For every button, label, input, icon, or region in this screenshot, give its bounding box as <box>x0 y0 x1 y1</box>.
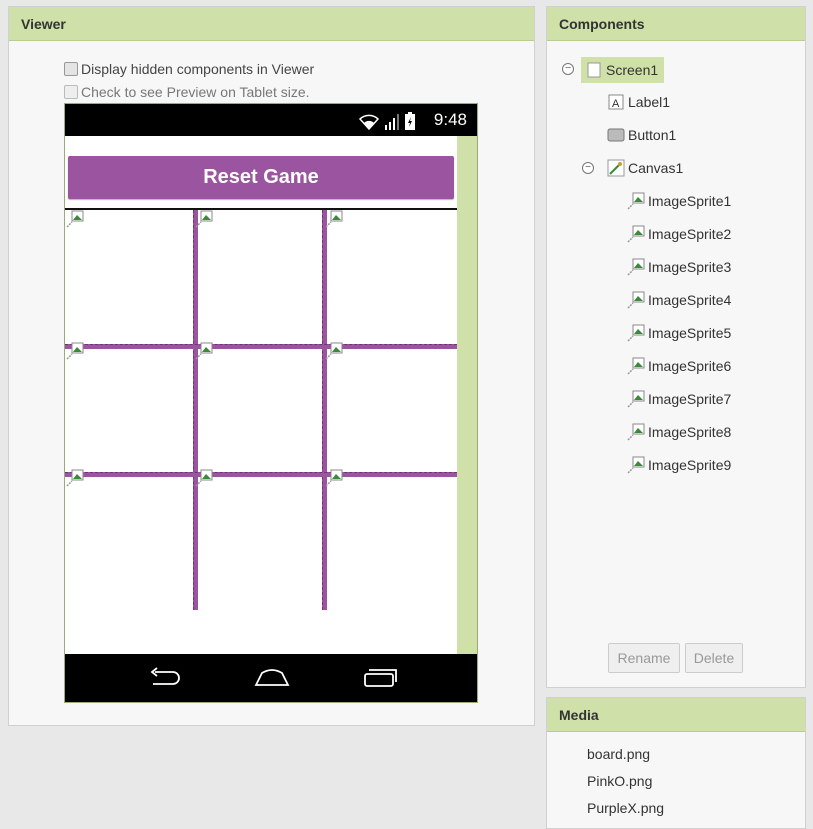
imagesprite2-icon[interactable] <box>195 210 213 228</box>
phone-nav-bar <box>65 654 477 702</box>
imagesprite4-icon[interactable] <box>66 342 84 360</box>
tree-item-button1[interactable]: Button1 <box>607 124 676 146</box>
imagesprite8-icon[interactable] <box>195 469 213 487</box>
collapse-screen1-toggle[interactable]: − <box>562 63 574 75</box>
tree-item-imagesprite4[interactable]: ImageSprite4 <box>627 289 731 311</box>
phone-scrollbar[interactable] <box>457 136 477 654</box>
board-line-vertical-2 <box>322 210 327 610</box>
button-icon <box>607 126 625 144</box>
viewer-header: Viewer <box>9 7 534 41</box>
media-file-item[interactable]: PurpleX.png <box>587 800 664 816</box>
display-hidden-checkbox[interactable] <box>64 62 78 76</box>
tree-item-imagesprite6[interactable]: ImageSprite6 <box>627 355 731 377</box>
canvas-top-border <box>65 208 457 210</box>
image-sprite-icon <box>627 192 645 210</box>
tree-item-label: ImageSprite4 <box>648 292 732 308</box>
svg-text:A: A <box>612 98 620 110</box>
imagesprite5-icon[interactable] <box>195 342 213 360</box>
tablet-preview-label: Check to see Preview on Tablet size. <box>81 84 310 100</box>
battery-icon <box>405 112 415 130</box>
tree-item-label1[interactable]: A Label1 <box>607 91 670 113</box>
phone-preview: 9:48 Reset Game <box>64 103 478 703</box>
image-sprite-icon <box>627 291 645 309</box>
wifi-icon <box>359 114 379 130</box>
tree-item-label: ImageSprite1 <box>648 193 732 209</box>
tree-item-label: ImageSprite3 <box>648 259 732 275</box>
tree-item-label: Canvas1 <box>628 160 684 176</box>
tree-item-imagesprite1[interactable]: ImageSprite1 <box>627 190 731 212</box>
image-sprite-icon <box>627 258 645 276</box>
media-file-item[interactable]: board.png <box>587 746 650 762</box>
tree-item-label: Button1 <box>628 127 677 143</box>
tree-item-imagesprite7[interactable]: ImageSprite7 <box>627 388 731 410</box>
imagesprite6-icon[interactable] <box>325 342 343 360</box>
reset-game-button[interactable]: Reset Game <box>68 156 454 199</box>
display-hidden-row[interactable]: Display hidden components in Viewer <box>64 61 314 77</box>
label-icon: A <box>607 93 625 111</box>
tree-item-label: ImageSprite8 <box>648 424 732 440</box>
imagesprite3-icon[interactable] <box>325 210 343 228</box>
board-line-horizontal-1 <box>65 344 457 349</box>
status-time: 9:48 <box>433 110 467 129</box>
tree-item-label: ImageSprite9 <box>648 457 732 473</box>
delete-button[interactable]: Delete <box>685 643 743 673</box>
imagesprite7-icon[interactable] <box>66 469 84 487</box>
signal-icon <box>385 114 399 130</box>
imagesprite1-icon[interactable] <box>66 210 84 228</box>
back-icon[interactable] <box>147 666 181 688</box>
board-line-horizontal-2 <box>65 472 457 477</box>
media-panel: Media board.png PinkO.png PurpleX.png <box>546 697 806 829</box>
tree-item-label: ImageSprite5 <box>648 325 732 341</box>
tablet-preview-checkbox[interactable] <box>64 85 78 99</box>
tree-item-imagesprite5[interactable]: ImageSprite5 <box>627 322 731 344</box>
phone-status-bar: 9:48 <box>65 104 477 136</box>
image-sprite-icon <box>627 423 645 441</box>
tree-item-screen1[interactable]: Screen1 <box>581 57 665 83</box>
tree-item-label: Label1 <box>628 94 671 110</box>
media-header: Media <box>547 698 805 732</box>
image-sprite-icon <box>627 324 645 342</box>
collapse-canvas1-toggle[interactable]: − <box>582 162 594 174</box>
image-sprite-icon <box>627 225 645 243</box>
board-line-vertical-1 <box>193 210 198 610</box>
tree-item-imagesprite9[interactable]: ImageSprite9 <box>627 454 731 476</box>
tree-item-label: ImageSprite6 <box>648 358 732 374</box>
tree-item-imagesprite8[interactable]: ImageSprite8 <box>627 421 731 443</box>
tablet-preview-row[interactable]: Check to see Preview on Tablet size. <box>64 84 310 100</box>
components-header: Components <box>547 7 805 41</box>
rename-button[interactable]: Rename <box>608 643 680 673</box>
tree-item-canvas1[interactable]: Canvas1 <box>607 157 683 179</box>
image-sprite-icon <box>627 357 645 375</box>
image-sprite-icon <box>627 390 645 408</box>
canvas-icon <box>607 159 625 177</box>
tree-item-label: ImageSprite2 <box>648 226 732 242</box>
tree-item-imagesprite2[interactable]: ImageSprite2 <box>627 223 731 245</box>
recent-apps-icon[interactable] <box>363 666 399 688</box>
media-file-item[interactable]: PinkO.png <box>587 773 652 789</box>
home-icon[interactable] <box>254 666 290 688</box>
status-icons <box>359 112 415 130</box>
tree-item-imagesprite3[interactable]: ImageSprite3 <box>627 256 731 278</box>
image-sprite-icon <box>627 456 645 474</box>
display-hidden-label: Display hidden components in Viewer <box>81 61 315 77</box>
viewer-panel: Viewer Display hidden components in View… <box>8 6 535 726</box>
tree-item-label: Screen1 <box>606 62 659 78</box>
imagesprite9-icon[interactable] <box>325 469 343 487</box>
tree-item-label: ImageSprite7 <box>648 391 732 407</box>
screen-icon <box>585 61 603 79</box>
components-panel: Components − Screen1 A Label1 Button1 − … <box>546 6 806 688</box>
